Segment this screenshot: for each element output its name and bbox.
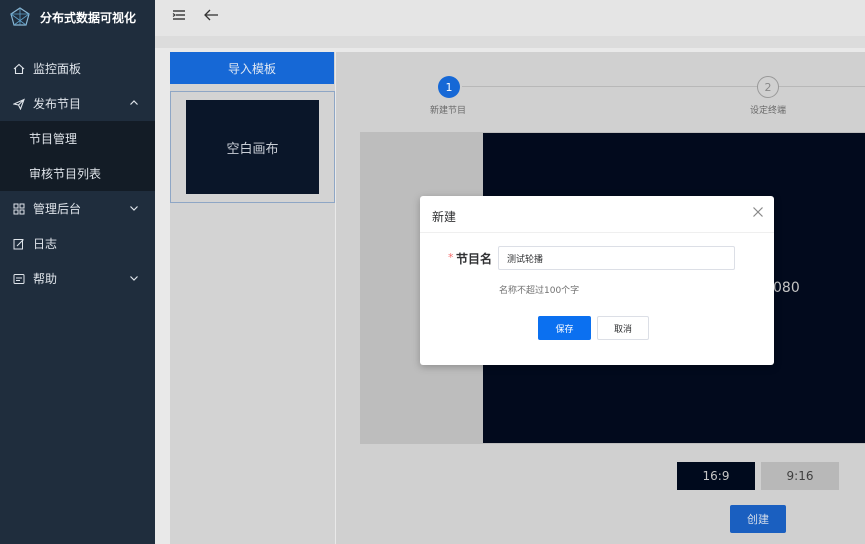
step-1-circle: 1: [438, 76, 460, 98]
sidebar-item-program-manage[interactable]: 节目管理: [0, 121, 155, 156]
sidebar-item-label: 帮助: [33, 272, 58, 286]
step-2-label: 设定终端: [750, 106, 787, 116]
edit-icon: [13, 238, 25, 250]
sidebar-item-label: 发布节目: [33, 97, 82, 111]
sidebar-item-publish[interactable]: 发布节目: [0, 86, 155, 121]
name-hint: 名称不超过100个字: [499, 286, 580, 296]
help-icon: [13, 273, 25, 285]
sidebar-item-admin[interactable]: 管理后台: [0, 191, 155, 226]
app-title: 分布式数据可视化: [40, 10, 137, 25]
sidebar-submenu: 节目管理 审核节目列表: [0, 121, 155, 191]
chevron-down-icon: [130, 276, 138, 281]
save-button[interactable]: 保存: [538, 316, 591, 340]
sidebar: 分布式数据可视化 监控面板 发布节目 节目管理 审核节目列表 管理后台 日志 帮…: [0, 0, 155, 544]
template-panel: 导入模板 空白画布: [170, 52, 335, 544]
dialog-divider: [420, 232, 774, 233]
home-icon: [13, 63, 25, 75]
sidebar-item-review-list[interactable]: 审核节目列表: [0, 156, 155, 191]
import-template-button[interactable]: 导入模板: [170, 52, 334, 84]
step-1-label: 新建节目: [430, 106, 467, 116]
sidebar-item-monitor[interactable]: 监控面板: [0, 51, 155, 86]
dialog-title: 新建: [432, 210, 457, 224]
steps-connector: [462, 86, 865, 87]
new-program-dialog: 新建 * 节目名 名称不超过100个字 保存 取消: [420, 196, 774, 365]
menu-toggle-icon[interactable]: [172, 8, 186, 22]
canvas-resolution: 080: [773, 280, 800, 296]
sidebar-item-label: 节目管理: [29, 132, 78, 146]
ratio-16-9-button[interactable]: 16:9: [677, 462, 755, 490]
program-name-label: 节目名: [456, 252, 493, 266]
close-icon[interactable]: [752, 206, 764, 218]
create-button[interactable]: 创建: [730, 505, 786, 533]
sidebar-item-help[interactable]: 帮助: [0, 261, 155, 296]
logo-icon: [10, 7, 30, 26]
sidebar-item-log[interactable]: 日志: [0, 226, 155, 261]
template-thumbnail: 空白画布: [186, 100, 319, 194]
chevron-up-icon: [130, 100, 138, 105]
logo[interactable]: 分布式数据可视化: [0, 0, 155, 34]
top-bar: [155, 0, 865, 36]
step-2-circle: 2: [757, 76, 779, 98]
program-name-input[interactable]: [498, 246, 735, 270]
back-arrow-icon[interactable]: [203, 8, 219, 22]
ratio-9-16-button[interactable]: 9:16: [761, 462, 839, 490]
header-divider: [155, 36, 865, 48]
grid-icon: [13, 203, 25, 215]
template-card[interactable]: 空白画布: [170, 91, 335, 203]
required-mark: *: [448, 251, 454, 264]
sidebar-item-label: 审核节目列表: [29, 167, 102, 181]
cancel-button[interactable]: 取消: [597, 316, 649, 340]
sidebar-item-label: 日志: [33, 237, 58, 251]
sidebar-item-label: 监控面板: [33, 62, 82, 76]
sidebar-item-label: 管理后台: [33, 202, 82, 216]
chevron-down-icon: [130, 206, 138, 211]
send-icon: [13, 97, 25, 110]
